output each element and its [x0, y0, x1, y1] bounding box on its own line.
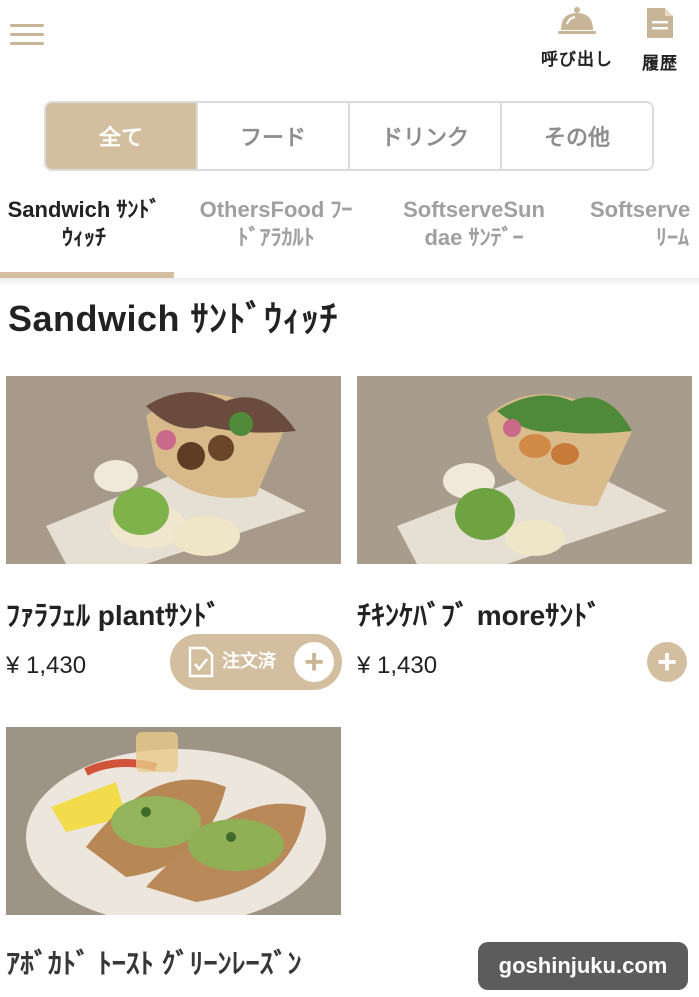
- bell-icon: [558, 7, 596, 34]
- ordered-status-button[interactable]: 注文済 +: [170, 634, 342, 690]
- product-name: ﾌｧﾗﾌｪﾙ plantｻﾝﾄﾞ: [6, 600, 221, 631]
- chicken-kebab-sandwich-image: [357, 376, 692, 564]
- tab-sandwich-line2: ｳｨｯﾁ: [61, 225, 106, 250]
- segment-all[interactable]: 全て: [46, 103, 198, 169]
- ordered-label: 注文済: [222, 651, 276, 671]
- segment-other[interactable]: その他: [502, 103, 652, 169]
- tab-softserve-sundae[interactable]: SoftserveSun dae ｻﾝﾃﾞｰ: [384, 196, 564, 278]
- add-to-cart-button[interactable]: +: [647, 642, 687, 682]
- segment-food[interactable]: フード: [198, 103, 350, 169]
- call-staff-button[interactable]: 呼び出し: [536, 6, 618, 70]
- tab-softserve-cream-line1: Softserve: [590, 197, 691, 222]
- product-photo[interactable]: [6, 376, 341, 564]
- product-name-partial: ｱﾎﾞｶﾄﾞ ﾄｰｽﾄ ｸﾞﾘｰﾝﾚｰｽﾞﾝ: [6, 948, 302, 979]
- section-title: Sandwich ｻﾝﾄﾞｳｨｯﾁ: [8, 298, 339, 339]
- segment-drink[interactable]: ドリンク: [350, 103, 502, 169]
- history-label: 履歴: [642, 54, 678, 73]
- tab-softserve-cream-line2: ﾘｰﾑ: [656, 225, 690, 250]
- tabs-divider-shadow: [0, 278, 699, 286]
- product-photo[interactable]: [6, 727, 341, 915]
- product-card-avocado-toast[interactable]: [6, 727, 346, 927]
- tab-others-food-line1: OthersFood ﾌｰ: [199, 197, 353, 222]
- category-filter-segmented: 全て フード ドリンク その他: [44, 101, 654, 171]
- tab-others-food[interactable]: OthersFood ﾌｰ ﾄﾞｱﾗｶﾙﾄ: [186, 196, 366, 278]
- menu-category-tabs: Sandwich ｻﾝﾄﾞ ｳｨｯﾁ OthersFood ﾌｰ ﾄﾞｱﾗｶﾙﾄ…: [0, 184, 699, 278]
- call-staff-label: 呼び出し: [541, 50, 613, 69]
- avocado-toast-image: [6, 727, 341, 915]
- app-header: 呼び出し 履歴: [0, 0, 699, 90]
- tab-softserve-sundae-line1: SoftserveSun: [403, 197, 545, 222]
- tab-others-food-line2: ﾄﾞｱﾗｶﾙﾄ: [237, 225, 315, 250]
- tab-sandwich-line1: Sandwich ｻﾝﾄﾞ: [7, 197, 161, 222]
- tab-softserve-sundae-line2: dae ｻﾝﾃﾞｰ: [424, 225, 524, 250]
- document-icon: [647, 8, 673, 38]
- product-name: ﾁｷﾝｹﾊﾞﾌﾞ moreｻﾝﾄﾞ: [357, 600, 602, 631]
- watermark: goshinjuku.com: [478, 942, 688, 990]
- product-price: ¥ 1,430: [357, 652, 438, 679]
- hamburger-menu-icon[interactable]: [10, 24, 44, 50]
- tab-sandwich[interactable]: Sandwich ｻﾝﾄﾞ ｳｨｯﾁ: [0, 196, 174, 278]
- product-card-chicken-kebab[interactable]: ﾁｷﾝｹﾊﾞﾌﾞ moreｻﾝﾄﾞ ¥ 1,430 +: [357, 376, 697, 706]
- falafel-sandwich-image: [6, 376, 341, 564]
- product-price: ¥ 1,430: [6, 652, 87, 679]
- product-card-falafel[interactable]: ﾌｧﾗﾌｪﾙ plantｻﾝﾄﾞ ¥ 1,430 注文済 +: [6, 376, 346, 706]
- history-button[interactable]: 履歴: [632, 6, 688, 74]
- plus-icon[interactable]: +: [294, 642, 334, 682]
- product-photo[interactable]: [357, 376, 692, 564]
- ordered-document-icon: [188, 646, 214, 678]
- tab-softserve-cream[interactable]: Softserve ﾘｰﾑ: [590, 196, 699, 278]
